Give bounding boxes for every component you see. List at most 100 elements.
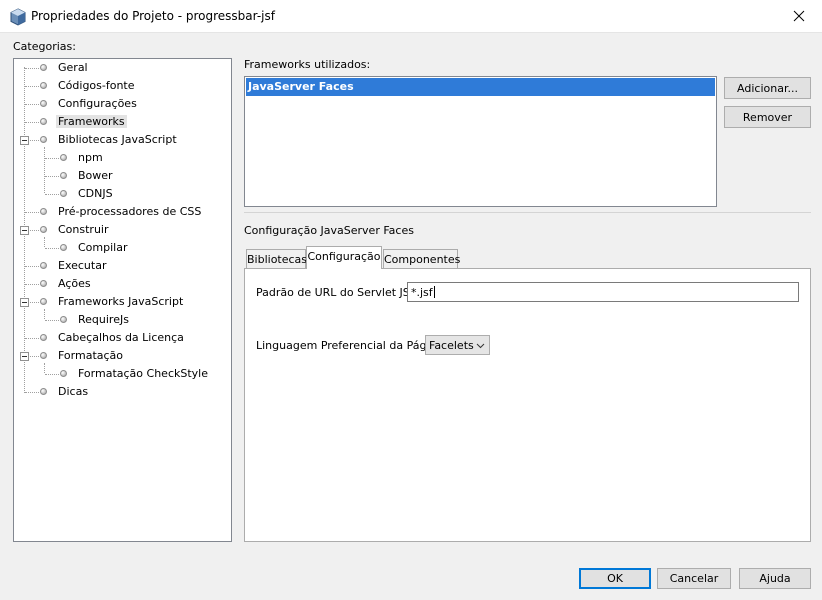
node-bullet-icon: [40, 280, 47, 287]
tree-item-label: Configurações: [58, 97, 137, 110]
tree-connector: [45, 194, 59, 195]
tree-item-formatacao-checkstyle[interactable]: Formatação CheckStyle: [14, 365, 229, 383]
tree-connector: [45, 158, 59, 159]
window-title: Propriedades do Projeto - progressbar-js…: [31, 9, 275, 23]
add-framework-button[interactable]: Adicionar...: [724, 77, 811, 99]
tree-item-compilar[interactable]: Compilar: [14, 239, 229, 257]
title-bar: Propriedades do Projeto - progressbar-js…: [0, 0, 822, 33]
node-bullet-icon: [40, 298, 47, 305]
tree-item-label: Códigos-fonte: [58, 79, 135, 92]
tree-item-bibliotecas-javascript[interactable]: Bibliotecas JavaScript: [14, 131, 229, 149]
node-bullet-icon: [40, 388, 47, 395]
collapse-icon[interactable]: [20, 298, 29, 307]
node-bullet-icon: [40, 64, 47, 71]
tree-item-label: Pré-processadores de CSS: [58, 205, 202, 218]
node-bullet-icon: [40, 100, 47, 107]
tree-connector: [45, 320, 59, 321]
node-bullet-icon: [40, 352, 47, 359]
url-pattern-label: Padrão de URL do Servlet JSF:: [256, 286, 419, 299]
tree-item-configuracoes[interactable]: Configurações: [14, 95, 229, 113]
node-bullet-icon: [60, 244, 67, 251]
node-bullet-icon: [40, 226, 47, 233]
tree-item-label: Dicas: [58, 385, 89, 398]
collapse-icon[interactable]: [20, 226, 29, 235]
tree-connector: [25, 212, 39, 213]
tree-connector: [25, 284, 39, 285]
tree-item-label: Compilar: [78, 241, 128, 254]
node-bullet-icon: [40, 136, 47, 143]
tree-item-frameworks[interactable]: Frameworks: [14, 113, 229, 131]
close-icon: [793, 10, 805, 22]
tab-bibliotecas[interactable]: Bibliotecas: [246, 249, 307, 269]
tree-item-label: Ações: [58, 277, 91, 290]
tree-item-label: Bibliotecas JavaScript: [58, 133, 177, 146]
tab-componentes[interactable]: Componentes: [383, 249, 460, 269]
section-separator: [244, 212, 811, 213]
node-bullet-icon: [60, 154, 67, 161]
tree-item-executar[interactable]: Executar: [14, 257, 229, 275]
tree-connector: [30, 302, 39, 303]
tree-item-label: Construir: [58, 223, 109, 236]
page-language-label: Linguagem Preferencial da Página:: [256, 339, 447, 352]
cancel-button[interactable]: Cancelar: [657, 568, 731, 589]
text-caret: [433, 286, 435, 298]
help-button[interactable]: Ajuda: [739, 568, 811, 589]
project-cube-icon: [10, 8, 26, 26]
tree-item-frameworks-javascript[interactable]: Frameworks JavaScript: [14, 293, 229, 311]
tree-connector: [25, 68, 39, 69]
tree-item-label: RequireJs: [78, 313, 129, 326]
tab-configuracao[interactable]: Configuração: [306, 246, 382, 269]
frameworks-list[interactable]: JavaServer Faces: [244, 76, 717, 207]
tree-item-formatacao[interactable]: Formatação: [14, 347, 229, 365]
ok-button[interactable]: OK: [579, 568, 651, 589]
tree-connector: [25, 86, 39, 87]
close-button[interactable]: [776, 0, 822, 32]
node-bullet-icon: [40, 262, 47, 269]
node-bullet-icon: [60, 370, 67, 377]
categories-tree[interactable]: Geral Códigos-fonte Configurações Framew…: [13, 58, 232, 542]
tree-connector: [30, 356, 39, 357]
node-bullet-icon: [40, 82, 47, 89]
tree-item-pre-processadores-css[interactable]: Pré-processadores de CSS: [14, 203, 229, 221]
tree-connector: [45, 176, 59, 177]
node-bullet-icon: [60, 190, 67, 197]
tree-item-bower[interactable]: Bower: [14, 167, 229, 185]
tree-connector: [25, 266, 39, 267]
tree-connector: [45, 248, 59, 249]
tree-item-label: Frameworks: [56, 115, 127, 128]
tree-item-npm[interactable]: npm: [14, 149, 229, 167]
tree-item-label: Frameworks JavaScript: [58, 295, 184, 308]
collapse-icon[interactable]: [20, 136, 29, 145]
config-section-title: Configuração JavaServer Faces: [244, 224, 414, 237]
remove-framework-button[interactable]: Remover: [724, 106, 811, 128]
node-bullet-icon: [40, 334, 47, 341]
configuration-tab-panel: [244, 268, 811, 542]
framework-item[interactable]: JavaServer Faces: [246, 78, 715, 96]
node-bullet-icon: [40, 208, 47, 215]
node-bullet-icon: [40, 118, 47, 125]
tree-item-label: Formatação: [58, 349, 124, 362]
tree-item-label: Bower: [78, 169, 113, 182]
node-bullet-icon: [60, 172, 67, 179]
tree-item-cabecalhos-licenca[interactable]: Cabeçalhos da Licença: [14, 329, 229, 347]
url-pattern-input[interactable]: *.jsf: [407, 282, 799, 302]
tree-connector: [30, 140, 39, 141]
tree-item-codigos-fonte[interactable]: Códigos-fonte: [14, 77, 229, 95]
page-language-select[interactable]: Facelets: [425, 335, 490, 355]
collapse-icon[interactable]: [20, 352, 29, 361]
tree-item-geral[interactable]: Geral: [14, 59, 229, 77]
tree-connector: [25, 392, 39, 393]
page-language-value: Facelets: [429, 339, 474, 352]
tree-item-requirejs[interactable]: RequireJs: [14, 311, 229, 329]
tree-connector: [25, 104, 39, 105]
tree-item-construir[interactable]: Construir: [14, 221, 229, 239]
tree-item-label: Cabeçalhos da Licença: [58, 331, 184, 344]
categories-label: Categorias:: [13, 40, 76, 53]
tree-item-cdnjs[interactable]: CDNJS: [14, 185, 229, 203]
tree-connector: [25, 338, 39, 339]
tree-item-label: Executar: [58, 259, 107, 272]
tree-item-label: Geral: [58, 61, 88, 74]
tree-item-acoes[interactable]: Ações: [14, 275, 229, 293]
url-pattern-value: *.jsf: [411, 286, 433, 299]
tree-item-dicas[interactable]: Dicas: [14, 383, 229, 401]
